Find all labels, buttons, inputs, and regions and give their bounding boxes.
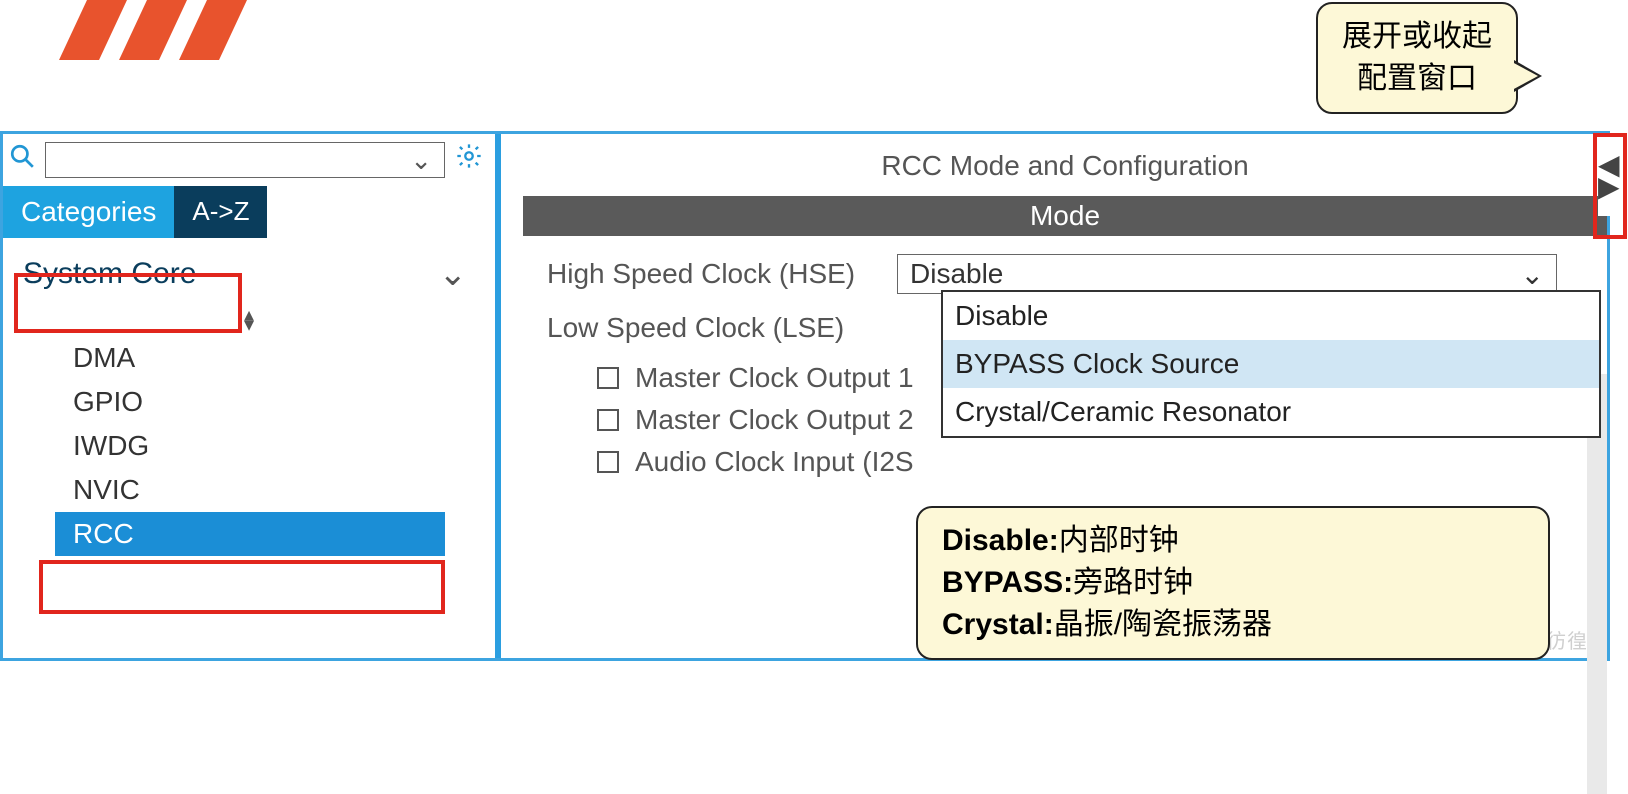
- sidebar-item-dma[interactable]: DMA: [73, 336, 495, 380]
- legend-val: 旁路时钟: [1073, 566, 1193, 599]
- page-title: RCC Mode and Configuration: [523, 134, 1607, 196]
- lse-label: Low Speed Clock (LSE): [547, 312, 887, 344]
- search-icon[interactable]: [9, 143, 35, 177]
- sidebar-item-gpio[interactable]: GPIO: [73, 380, 495, 424]
- tab-categories[interactable]: Categories: [3, 186, 174, 238]
- legend-val: 晶振/陶瓷振荡器: [1054, 608, 1272, 641]
- legend-val: 内部时钟: [1059, 524, 1179, 557]
- callout-expand-collapse: 展开或收起 配置窗口: [1316, 2, 1518, 114]
- callout-legend: Disable:内部时钟 BYPASS:旁路时钟 Crystal:晶振/陶瓷振荡…: [916, 506, 1550, 660]
- sidebar-item-iwdg[interactable]: IWDG: [73, 424, 495, 468]
- legend-row: Disable:内部时钟: [942, 520, 1524, 562]
- gear-icon[interactable]: [455, 142, 483, 178]
- chevron-right-icon: ▶: [1598, 176, 1622, 198]
- legend-row: BYPASS:旁路时钟: [942, 562, 1524, 604]
- legend-row: Crystal:晶振/陶瓷振荡器: [942, 604, 1524, 646]
- category-list: DMA GPIO IWDG NVIC RCC: [3, 336, 495, 556]
- checkbox-icon[interactable]: [597, 409, 619, 431]
- left-panel: ⌄ Categories A->Z System Core ⌄ ▴ ▾ DMA …: [3, 134, 501, 658]
- collapse-handle[interactable]: ◀ ▶: [1598, 136, 1622, 216]
- hse-label: High Speed Clock (HSE): [547, 258, 887, 290]
- search-select[interactable]: ⌄: [45, 142, 445, 178]
- sidebar-item-nvic[interactable]: NVIC: [73, 468, 495, 512]
- chevron-down-icon: ⌄: [439, 254, 468, 294]
- tabs-row: Categories A->Z: [3, 186, 495, 238]
- row-hse: High Speed Clock (HSE) Disable ⌄: [547, 254, 1597, 294]
- legend-key: BYPASS:: [942, 566, 1073, 599]
- search-row: ⌄: [3, 134, 495, 186]
- mco1-label: Master Clock Output 1: [635, 362, 914, 394]
- mode-section-header: Mode: [523, 196, 1607, 236]
- i2s-label: Audio Clock Input (I2S: [635, 446, 914, 478]
- form-area: High Speed Clock (HSE) Disable ⌄ Low Spe…: [523, 236, 1607, 488]
- header-decoration: [0, 0, 300, 50]
- sidebar-item-rcc[interactable]: RCC: [55, 512, 445, 556]
- hse-dropdown-list: Disable BYPASS Clock Source Crystal/Cera…: [941, 290, 1601, 438]
- checkbox-icon[interactable]: [597, 367, 619, 389]
- sort-indicator[interactable]: ▴ ▾: [3, 310, 495, 330]
- row-i2s[interactable]: Audio Clock Input (I2S: [597, 446, 1597, 478]
- legend-key: Disable:: [942, 524, 1059, 557]
- hse-value: Disable: [910, 258, 1003, 290]
- dropdown-option-crystal[interactable]: Crystal/Ceramic Resonator: [943, 388, 1599, 436]
- legend-key: Crystal:: [942, 608, 1054, 641]
- hse-select[interactable]: Disable ⌄: [897, 254, 1557, 294]
- tab-az[interactable]: A->Z: [174, 186, 267, 238]
- dropdown-option-bypass[interactable]: BYPASS Clock Source: [943, 340, 1599, 388]
- chevron-down-icon: ⌄: [1521, 258, 1544, 291]
- category-header[interactable]: System Core ⌄: [3, 238, 495, 304]
- dropdown-option-disable[interactable]: Disable: [943, 292, 1599, 340]
- checkbox-icon[interactable]: [597, 451, 619, 473]
- category-name: System Core: [23, 257, 196, 291]
- chevron-down-icon: ⌄: [410, 145, 432, 176]
- callout-line: 配置窗口: [1342, 58, 1492, 100]
- sort-down-icon: ▾: [3, 320, 495, 330]
- callout-line: 展开或收起: [1342, 16, 1492, 58]
- mco2-label: Master Clock Output 2: [635, 404, 914, 436]
